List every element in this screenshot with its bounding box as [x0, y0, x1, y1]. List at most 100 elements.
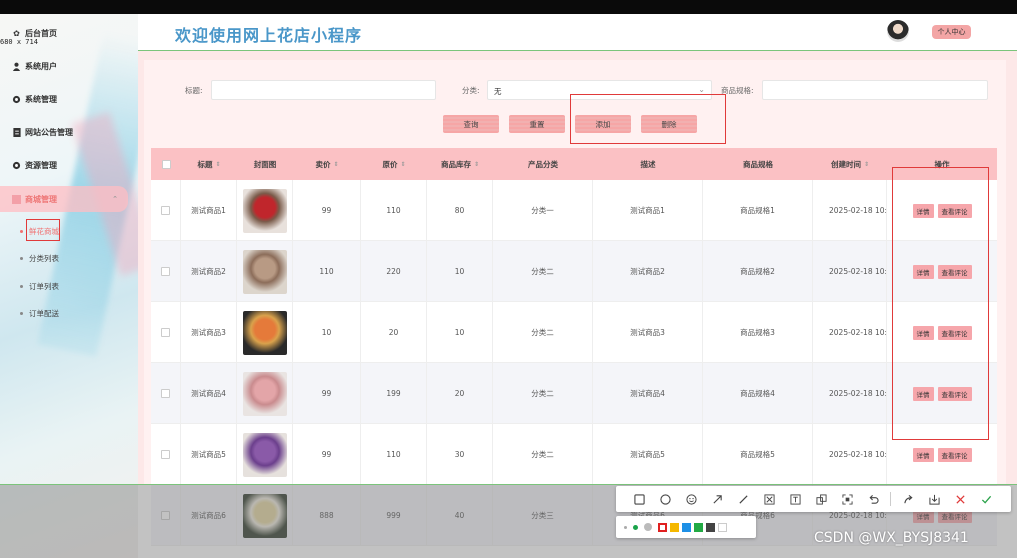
- column-title: 产品分类: [528, 159, 558, 169]
- category-select-value: 无: [494, 87, 502, 96]
- detail-button[interactable]: 详情: [912, 447, 934, 462]
- bullet-icon: [20, 285, 23, 288]
- row-checkbox[interactable]: [161, 328, 170, 337]
- share-icon[interactable]: [895, 494, 921, 505]
- row-checkbox[interactable]: [161, 389, 170, 398]
- annotation-box: [892, 167, 989, 440]
- profile-button[interactable]: 个人中心: [932, 25, 971, 39]
- category-cell-text: 分类二: [531, 389, 554, 398]
- title-cell-text: 测试商品5: [191, 450, 226, 459]
- price-cell: 99: [293, 424, 361, 485]
- created-time-cell-text: 2025-02-18 10:: [829, 389, 887, 398]
- sidebar-item-resources[interactable]: 资源管理: [0, 154, 130, 176]
- text-icon[interactable]: [782, 493, 808, 505]
- color-swatch[interactable]: [670, 522, 679, 532]
- user-icon: [12, 62, 21, 71]
- screen-dimensions: 680 x 714: [0, 38, 38, 46]
- sidebar-subitem-delivery[interactable]: 订单配送: [20, 308, 59, 319]
- sort-icon[interactable]: ⇕: [474, 161, 479, 168]
- undo-icon[interactable]: [860, 494, 886, 505]
- row-select-cell: [151, 180, 181, 241]
- original-price-cell-text: 110: [386, 206, 401, 215]
- original-price-cell: 110: [361, 424, 427, 485]
- line-icon[interactable]: [730, 494, 756, 505]
- chevron-down-icon: ⌄: [698, 85, 705, 94]
- sort-icon[interactable]: ⇕: [400, 161, 405, 168]
- column-header[interactable]: 标题 ⇕: [181, 148, 237, 180]
- sort-icon[interactable]: ⇕: [333, 161, 338, 168]
- color-swatch[interactable]: [694, 522, 703, 532]
- emoji-icon[interactable]: [678, 493, 704, 505]
- spec-cell-text: 商品规格4: [740, 389, 775, 398]
- grid-icon: [12, 194, 21, 204]
- cover-image[interactable]: [242, 432, 287, 477]
- column-header[interactable]: 创建时间 ⇕: [813, 148, 887, 180]
- close-icon[interactable]: [947, 494, 973, 505]
- category-label: 分类:: [462, 86, 480, 95]
- top-black-bar: [0, 0, 1017, 14]
- sort-icon[interactable]: ⇕: [215, 161, 220, 168]
- toolbar-divider: [890, 492, 891, 506]
- watermark: CSDN @WX_BYSJ8341: [814, 530, 969, 546]
- created-time-cell-text: 2025-02-18 10:: [829, 206, 887, 215]
- view-comments-button[interactable]: 查看评论: [937, 447, 972, 462]
- sidebar-subitem-categories[interactable]: 分类列表: [20, 253, 59, 264]
- cover-image[interactable]: [242, 249, 287, 294]
- category-cell: 分类一: [493, 180, 593, 241]
- avatar[interactable]: [887, 20, 909, 42]
- select-all-checkbox[interactable]: [161, 159, 171, 169]
- stock-cell-text: 80: [454, 206, 465, 215]
- category-cell-text: 分类二: [531, 328, 554, 337]
- cover-image[interactable]: [242, 310, 287, 355]
- row-checkbox[interactable]: [161, 450, 170, 459]
- reset-button[interactable]: 重置: [509, 115, 565, 133]
- query-button[interactable]: 查询: [443, 115, 499, 133]
- column-header[interactable]: 卖价 ⇕: [293, 148, 361, 180]
- sidebar-item-system[interactable]: 系统管理: [0, 88, 130, 110]
- circle-icon[interactable]: [652, 493, 678, 505]
- row-checkbox[interactable]: [161, 267, 170, 276]
- stock-cell: 10: [427, 241, 493, 302]
- original-price-cell: 110: [361, 180, 427, 241]
- check-icon[interactable]: [973, 494, 999, 505]
- column-header[interactable]: 原价 ⇕: [361, 148, 427, 180]
- color-swatch[interactable]: [706, 522, 715, 532]
- title-cell-text: 测试商品3: [191, 328, 226, 337]
- arrow-icon[interactable]: [704, 494, 730, 505]
- sidebar-item-mall[interactable]: 商城管理 ⌃: [0, 186, 128, 212]
- size-large-dot[interactable]: [644, 523, 652, 531]
- title-cell: 测试商品2: [181, 241, 237, 302]
- size-medium-dot[interactable]: [633, 524, 638, 530]
- color-swatch[interactable]: [718, 522, 727, 532]
- cover-image[interactable]: [242, 371, 287, 416]
- sidebar-item-notices[interactable]: 网站公告管理: [0, 121, 130, 143]
- color-swatch[interactable]: [682, 522, 691, 532]
- price-cell-text: 10: [321, 328, 332, 337]
- category-cell: 分类二: [493, 424, 593, 485]
- sidebar-item-users[interactable]: 系统用户: [0, 55, 130, 77]
- stock-cell-text: 10: [454, 328, 465, 337]
- table-row: 测试商品2 110 220 10 分类二 测试商品2 商品规格2 2025-02-18 10:…: [151, 241, 997, 302]
- color-swatch[interactable]: [658, 522, 667, 532]
- rectangle-icon[interactable]: [626, 493, 652, 505]
- sort-icon[interactable]: ⇕: [864, 161, 869, 168]
- title-input[interactable]: [211, 80, 436, 100]
- cover-image[interactable]: [242, 188, 287, 233]
- download-icon[interactable]: [921, 494, 947, 505]
- mosaic-icon[interactable]: [756, 493, 782, 505]
- ocr-icon[interactable]: [834, 493, 860, 505]
- price-cell: 110: [293, 241, 361, 302]
- original-price-cell-text: 199: [386, 389, 401, 398]
- stock-cell-text: 20: [454, 389, 465, 398]
- price-cell-text: 110: [319, 267, 334, 276]
- table-row: 测试商品5 99 110 30 分类二 测试商品5 商品规格5 2025-02-18 10: 详…: [151, 424, 997, 485]
- stock-cell: 30: [427, 424, 493, 485]
- pin-icon[interactable]: [808, 493, 834, 505]
- row-checkbox[interactable]: [161, 206, 170, 215]
- size-small-dot[interactable]: [624, 525, 627, 529]
- sidebar-subitem-orders[interactable]: 订单列表: [20, 281, 59, 292]
- price-cell: 10: [293, 302, 361, 363]
- spec-cell-text: 商品规格1: [740, 206, 775, 215]
- column-header[interactable]: 商品库存 ⇕: [427, 148, 493, 180]
- spec-input[interactable]: [762, 80, 988, 100]
